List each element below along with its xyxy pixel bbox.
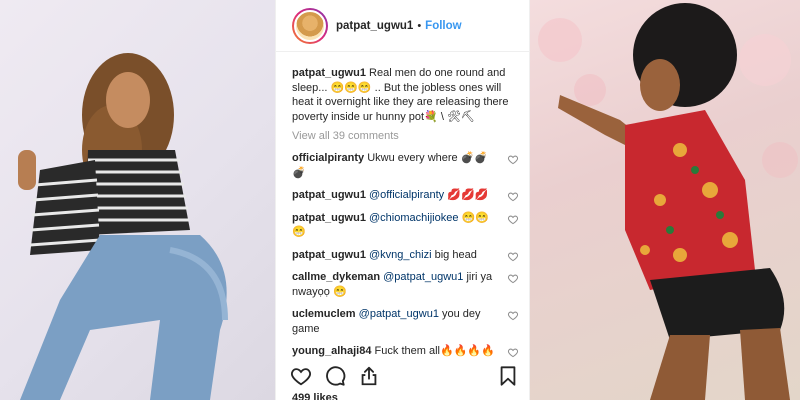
comment-row: patpat_ugwu1 @officialpiranty 💋💋💋 (292, 188, 523, 203)
comment-like-heart-icon[interactable] (507, 310, 519, 321)
comment-row: callme_dykeman @patpat_ugwu1 jiri ya nwa… (292, 270, 523, 299)
bookmark-icon[interactable] (497, 365, 519, 387)
comment-text: big head (434, 248, 477, 261)
caption-username[interactable]: patpat_ugwu1 (292, 67, 366, 79)
comment-row: officialpiranty Ukwu every where 💣💣💣 (292, 151, 523, 180)
comment-mention[interactable]: @patpat_ugwu1 (359, 308, 439, 320)
comment-row: patpat_ugwu1 @kvng_chizi big head (292, 248, 523, 263)
comment-username[interactable]: patpat_ugwu1 (292, 249, 366, 261)
header-separator: • (417, 19, 422, 32)
comment-mention[interactable]: @patpat_ugwu1 (383, 271, 463, 283)
comment-like-heart-icon[interactable] (507, 191, 519, 202)
comment-mention[interactable]: @kvng_chizi (369, 249, 432, 261)
comment-row: young_alhaji84 Fuck them all🔥🔥🔥🔥 (292, 344, 523, 359)
comment-like-heart-icon[interactable] (507, 154, 519, 165)
comment-username[interactable]: patpat_ugwu1 (292, 212, 366, 224)
share-icon[interactable] (358, 365, 380, 387)
comment-mention[interactable]: @officialpiranty (369, 189, 444, 201)
instagram-post-panel: patpat_ugwu1 • Follow patpat_ugwu1 Real … (275, 0, 530, 400)
post-header: patpat_ugwu1 • Follow (276, 0, 529, 52)
heart-icon[interactable] (290, 365, 312, 387)
comment-username[interactable]: uclemuclem (292, 308, 356, 320)
comment-username[interactable]: callme_dykeman (292, 271, 380, 283)
comments-section[interactable]: patpat_ugwu1 Real men do one round and s… (276, 60, 531, 360)
comment-like-heart-icon[interactable] (507, 214, 519, 225)
comment-row: uclemuclem @patpat_ugwu1 you dey game (292, 307, 523, 336)
comment-username[interactable]: patpat_ugwu1 (292, 189, 366, 201)
comment-like-heart-icon[interactable] (507, 347, 519, 358)
comment-icon[interactable] (324, 365, 346, 387)
comment-mention[interactable]: @chiomachijiokee (369, 212, 458, 224)
comment-list: officialpiranty Ukwu every where 💣💣💣 patp… (292, 151, 523, 359)
comment-username[interactable]: young_alhaji84 (292, 345, 371, 357)
comment-like-heart-icon[interactable] (507, 273, 519, 284)
post-caption: patpat_ugwu1 Real men do one round and s… (292, 66, 523, 124)
left-photo (0, 0, 275, 400)
like-count[interactable]: 499 likes (292, 392, 338, 400)
comment-text: Fuck them all🔥🔥🔥🔥 (374, 345, 495, 357)
comment-text: 💋💋💋 (447, 189, 489, 201)
right-photo (530, 0, 800, 400)
right-photo-figure (538, 3, 798, 400)
view-all-comments-link[interactable]: View all 39 comments (292, 130, 523, 142)
comment-username[interactable]: officialpiranty (292, 152, 364, 164)
avatar[interactable] (292, 7, 328, 44)
follow-button[interactable]: Follow (425, 20, 461, 32)
left-photo-figure (18, 53, 228, 400)
comment-row: patpat_ugwu1 @chiomachijiokee 😁😁😁 (292, 211, 523, 240)
comment-like-heart-icon[interactable] (507, 251, 519, 262)
action-bar (276, 362, 531, 390)
header-username[interactable]: patpat_ugwu1 (336, 20, 413, 32)
